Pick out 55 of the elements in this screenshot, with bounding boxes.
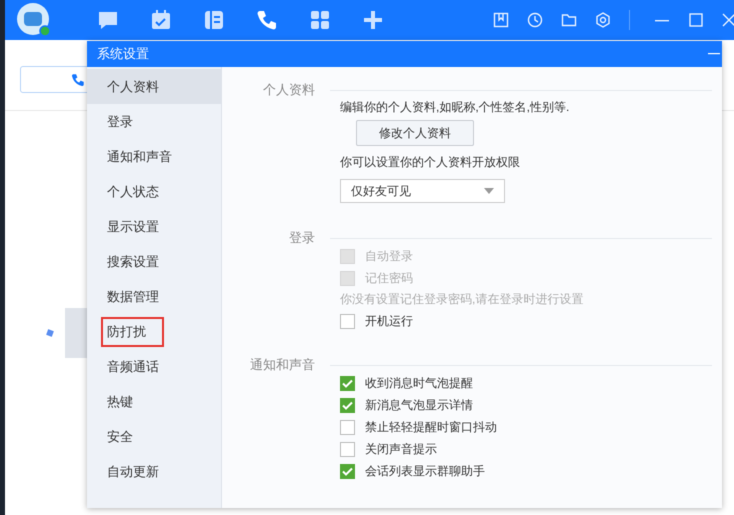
history-icon[interactable] — [527, 12, 543, 28]
hint-text: 你没有设置记住登录密码,请在登录时进行设置 — [340, 291, 584, 308]
settings-icon[interactable] — [595, 12, 611, 28]
edit-profile-button[interactable]: 修改个人资料 — [356, 120, 474, 146]
section-title: 通知和声音 — [249, 356, 315, 374]
dialog-title: 系统设置 — [97, 45, 149, 63]
apps-grid-icon[interactable] — [309, 9, 331, 31]
sidebar-item[interactable]: 搜索设置 — [87, 244, 221, 279]
sidebar-item[interactable]: 数据管理 — [87, 279, 221, 314]
bookmark-icon[interactable] — [493, 12, 509, 28]
maximize-icon[interactable] — [688, 12, 704, 28]
highlight-frame: 防打扰 — [101, 316, 164, 346]
check-icon — [342, 378, 353, 388]
checkbox-label: 新消息气泡显示详情 — [365, 396, 473, 414]
sidebar-item[interactable]: 安全 — [87, 419, 221, 454]
checkbox[interactable] — [340, 398, 355, 412]
checkbox[interactable] — [340, 314, 355, 328]
calendar-icon[interactable] — [150, 9, 172, 31]
sidebar-item[interactable]: 音频通话 — [87, 349, 221, 384]
checkbox-label: 记住密码 — [365, 270, 413, 286]
phone-icon — [71, 72, 85, 86]
checkbox[interactable] — [340, 464, 355, 478]
description-text: 编辑你的个人资料,如昵称,个性签名,性别等. — [340, 99, 570, 116]
description-text: 你可以设置你的个人资料开放权限 — [340, 154, 520, 171]
check-icon — [342, 400, 353, 410]
minimize-icon[interactable] — [708, 53, 720, 55]
checkbox-label: 收到消息时气泡提醒 — [365, 374, 473, 392]
folder-icon[interactable] — [561, 12, 577, 28]
phone-icon[interactable] — [256, 9, 278, 31]
check-icon — [342, 466, 353, 476]
sidebar-item[interactable]: 个人状态 — [87, 174, 221, 209]
close-icon[interactable] — [722, 12, 734, 28]
avatar-icon[interactable] — [17, 3, 51, 37]
checkbox[interactable] — [340, 420, 355, 434]
chat-icon[interactable] — [97, 9, 119, 31]
plus-icon[interactable] — [362, 9, 384, 31]
sidebar-item[interactable]: 防打扰 — [87, 314, 221, 349]
checkbox[interactable] — [340, 442, 355, 456]
checkbox-label: 自动登录 — [365, 248, 413, 264]
sidebar-item[interactable]: 登录 — [87, 104, 221, 139]
sidebar-item[interactable]: 通知和声音 — [87, 139, 221, 174]
checkbox-label: 开机运行 — [365, 312, 413, 330]
checkbox[interactable] — [340, 376, 355, 390]
section-title: 登录 — [288, 229, 315, 247]
sidebar-item[interactable]: 显示设置 — [87, 209, 221, 244]
caret-icon — [484, 188, 494, 194]
checkbox-label: 禁止轻轻提醒时窗口抖动 — [365, 418, 497, 436]
section-title: 个人资料 — [262, 81, 315, 99]
checkbox-label: 会话列表显示群聊助手 — [365, 462, 485, 480]
checkbox-label: 关闭声音提示 — [365, 440, 437, 458]
visibility-dropdown[interactable]: 仅好友可见 — [340, 179, 505, 203]
sidebar-item[interactable]: 热键 — [87, 384, 221, 419]
sidebar-item[interactable]: 自动更新 — [87, 454, 221, 489]
sidebar-item[interactable]: 个人资料 — [87, 69, 221, 104]
notebook-icon[interactable] — [203, 9, 225, 31]
